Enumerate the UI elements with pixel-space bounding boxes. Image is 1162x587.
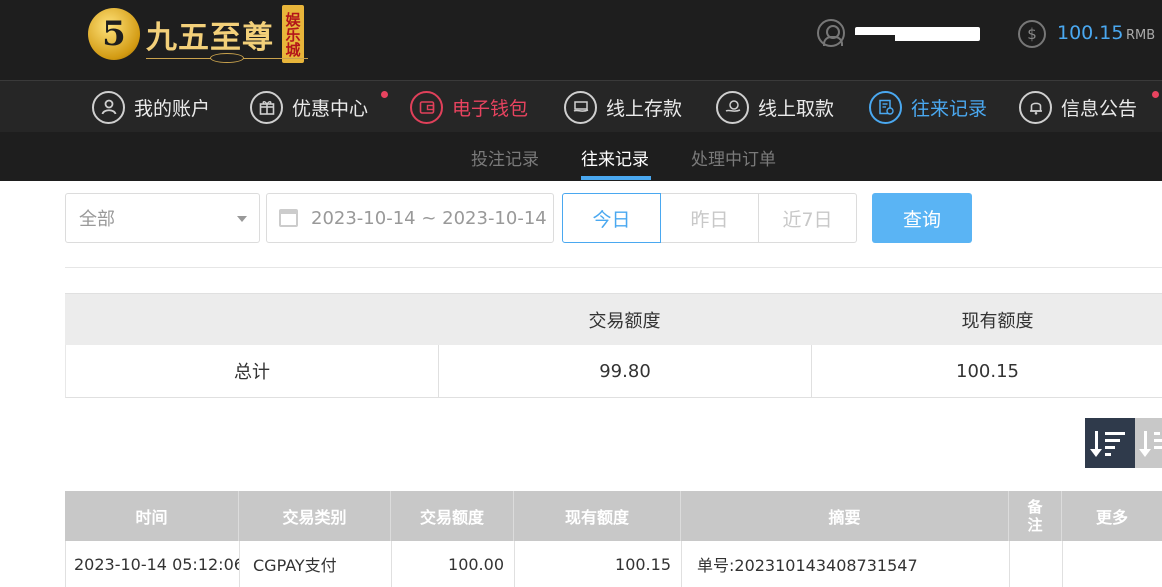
summary-header: 交易额度 现有额度 [65, 293, 1162, 345]
table-row: 2023-10-14 05:12:06 CGPAY支付 100.00 100.1… [65, 541, 1162, 587]
caret-down-icon [237, 216, 247, 222]
summary-header-cell: 现有额度 [961, 310, 1034, 332]
bell-icon [1019, 90, 1052, 124]
search-button[interactable]: 查询 [872, 193, 972, 243]
top-header: 5 九五至尊 娱乐城 $ 100.15 RMB [0, 0, 1162, 80]
nav-online-deposit[interactable]: 线上存款 [564, 89, 682, 125]
logo-seal: 娱乐城 [282, 5, 304, 63]
cell-transaction-type: CGPAY支付 [240, 541, 392, 587]
tab-pending-orders[interactable]: 处理中订单 [691, 145, 776, 170]
summary-current-balance: 100.15 [956, 360, 1019, 382]
date-range-value: 2023-10-14 ~ 2023-10-14 [311, 207, 547, 229]
withdraw-icon [716, 90, 749, 124]
date-range-picker[interactable]: 2023-10-14 ~ 2023-10-14 [266, 193, 554, 243]
nav-label: 电子钱包 [452, 97, 529, 120]
summary-header-cell: 交易额度 [588, 310, 661, 332]
calendar-icon [279, 209, 298, 227]
today-button[interactable]: 今日 [562, 193, 661, 243]
nav-label: 线上取款 [758, 97, 835, 120]
summary-transaction-amount: 99.80 [439, 345, 812, 397]
nav-label: 往来记录 [911, 97, 988, 120]
records-icon [869, 90, 902, 124]
header-transaction-amount: 交易额度 [391, 491, 514, 541]
nav-label: 线上存款 [606, 97, 683, 120]
cell-more[interactable] [1063, 541, 1162, 587]
notification-dot [1152, 91, 1159, 98]
nav-label: 我的账户 [134, 97, 211, 120]
cell-current-balance: 100.15 [515, 541, 682, 587]
sort-ascending-icon [1139, 429, 1162, 457]
tab-bet-records[interactable]: 投注记录 [471, 145, 539, 170]
dollar-icon: $ [1018, 20, 1046, 48]
logo-ornament [210, 53, 244, 63]
header-note: 备 注 [1009, 491, 1062, 541]
divider [65, 267, 1162, 268]
sort-ascending-button[interactable] [1135, 418, 1162, 468]
header-more: 更多 [1095, 508, 1128, 527]
header-transaction-type: 交易类别 [239, 491, 391, 541]
tab-transaction-records[interactable]: 往来记录 [581, 145, 649, 170]
active-tab-underline [581, 176, 651, 180]
nav-label: 优惠中心 [292, 97, 369, 120]
nav-label: 信息公告 [1061, 97, 1138, 120]
header-summary: 摘要 [681, 491, 1009, 541]
summary-label: 总计 [66, 345, 439, 397]
nav-promotions[interactable]: 优惠中心 [250, 89, 388, 125]
notification-dot [381, 91, 388, 98]
header-current-balance: 现有额度 [514, 491, 681, 541]
nav-transaction-records[interactable]: 往来记录 [869, 89, 987, 125]
quick-date-group: 今日 昨日 近7日 [562, 193, 860, 243]
site-logo[interactable]: 5 九五至尊 娱乐城 [88, 2, 304, 66]
user-circle-icon [92, 90, 125, 124]
sort-descending-button[interactable] [1085, 418, 1135, 468]
wallet-icon [410, 90, 443, 124]
nav-my-account[interactable]: 我的账户 [92, 89, 210, 125]
summary-row: 总计 99.80 100.15 [65, 345, 1162, 398]
header-note-line2: 注 [1027, 516, 1043, 534]
header-time: 时间 [65, 491, 239, 541]
logo-text: 九五至尊 [146, 19, 274, 56]
sub-nav: 投注记录 往来记录 处理中订单 [0, 132, 1162, 181]
sort-descending-icon [1090, 429, 1128, 457]
cell-summary: 单号:202310143408731547 [682, 541, 1010, 587]
deposit-icon [564, 90, 597, 124]
gift-icon [250, 90, 283, 124]
cell-time: 2023-10-14 05:12:06 [66, 541, 240, 587]
balance-amount: 100.15 [1057, 22, 1124, 44]
select-value: 全部 [79, 209, 115, 230]
username-redacted [855, 27, 980, 45]
user-icon[interactable] [817, 19, 845, 47]
last-7-days-button[interactable]: 近7日 [758, 193, 857, 243]
nav-online-withdraw[interactable]: 线上取款 [716, 89, 834, 125]
records-header: 时间 交易类别 交易额度 现有额度 摘要 备 注 更多 [65, 491, 1162, 541]
nav-announcements[interactable]: 信息公告 [1019, 89, 1159, 125]
cell-note [1010, 541, 1063, 587]
summary-header-cell [65, 294, 438, 345]
yesterday-button[interactable]: 昨日 [660, 193, 759, 243]
balance-unit: RMB [1126, 28, 1156, 43]
header-note-line1: 备 [1027, 498, 1043, 516]
logo-badge: 5 [88, 8, 140, 60]
transaction-type-select[interactable]: 全部 [65, 193, 260, 243]
cell-transaction-amount: 100.00 [392, 541, 515, 587]
main-nav: 我的账户 优惠中心 电子钱包 线上存款 线上取款 往来记录 信息公告 [0, 80, 1162, 132]
nav-e-wallet[interactable]: 电子钱包 [410, 89, 528, 125]
